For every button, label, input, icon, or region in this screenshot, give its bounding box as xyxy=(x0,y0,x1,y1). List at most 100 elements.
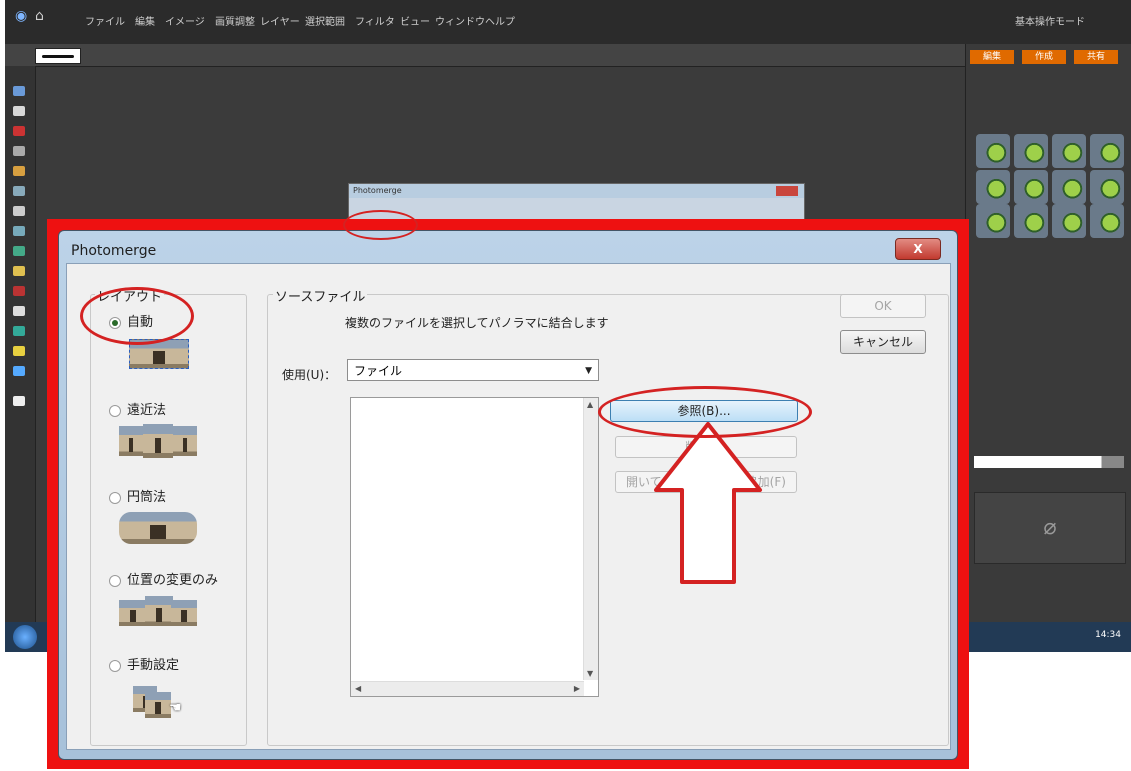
file-list[interactable]: ▲ ▼ ◀ ▶ xyxy=(350,397,599,697)
menu-view[interactable]: ビュー xyxy=(400,13,430,28)
shape-tool-icon[interactable] xyxy=(13,326,25,336)
hand-cursor-icon: ☚ xyxy=(169,700,182,716)
effect-thumbnail[interactable] xyxy=(1090,134,1124,168)
effect-thumbnail[interactable] xyxy=(976,204,1010,238)
radio-unselected-icon xyxy=(109,574,121,587)
mode-label[interactable]: 基本操作モード xyxy=(1015,13,1085,28)
scroll-right-icon[interactable]: ▶ xyxy=(574,684,580,693)
effect-thumbnail[interactable] xyxy=(1052,134,1086,168)
radio-unselected-icon xyxy=(109,491,121,504)
panorama-preview-icon xyxy=(173,426,197,456)
panorama-preview-icon xyxy=(145,596,173,626)
effect-thumbnail[interactable] xyxy=(1014,204,1048,238)
tab-create[interactable]: 作成 xyxy=(1022,50,1066,64)
lasso-tool-icon[interactable] xyxy=(13,166,25,176)
tool-options-bar xyxy=(5,44,965,67)
dialog-title: Photomerge xyxy=(71,243,157,259)
tab-edit[interactable]: 編集 xyxy=(970,50,1014,64)
radio-unselected-icon xyxy=(109,404,121,417)
cylindrical-thumbnail xyxy=(119,510,197,546)
panorama-preview-icon xyxy=(119,512,197,544)
brush-tool-icon[interactable] xyxy=(13,266,25,276)
perspective-thumbnail xyxy=(119,422,197,458)
radio-manual[interactable]: 手動設定 xyxy=(109,654,179,673)
menu-file[interactable]: ファイル xyxy=(85,13,125,28)
radio-label: 手動設定 xyxy=(127,658,180,673)
ok-button[interactable]: OK xyxy=(840,294,926,318)
annotation-ellipse-browse xyxy=(598,386,812,438)
eyedropper-tool-icon[interactable] xyxy=(13,126,25,136)
eraser-tool-icon[interactable] xyxy=(13,286,25,296)
menu-filter[interactable]: フィルタ xyxy=(355,13,395,28)
crop-tool-icon[interactable] xyxy=(13,226,25,236)
radio-perspective[interactable]: 遠近法 xyxy=(109,399,166,418)
effect-thumbnail[interactable] xyxy=(1014,170,1048,204)
panorama-preview-icon xyxy=(145,692,171,718)
radio-label: 位置の変更のみ xyxy=(127,573,219,588)
horizontal-scrollbar[interactable]: ◀ ▶ xyxy=(351,681,584,696)
annotation-ellipse-small xyxy=(343,210,418,240)
panorama-preview-icon xyxy=(171,600,197,626)
menu-enhance[interactable]: 画質調整 xyxy=(215,13,255,28)
scroll-up-icon[interactable]: ▲ xyxy=(587,400,593,409)
menu-image[interactable]: イメージ xyxy=(165,13,205,28)
app-menubar: ◉ ⌂ ファイル 編集 イメージ 画質調整 レイヤー 選択範囲 フィルタ ビュー… xyxy=(5,0,1131,45)
marquee-tool-icon[interactable] xyxy=(13,146,25,156)
manual-thumbnail: ☚ xyxy=(129,686,189,722)
foreground-color-icon[interactable] xyxy=(13,396,25,406)
source-description: 複数のファイルを選択してパノラマに結合します xyxy=(345,316,609,330)
use-dropdown[interactable]: ファイル ▼ xyxy=(347,359,599,381)
panorama-preview-icon xyxy=(119,600,147,626)
dialog-body: レイアウト 自動 遠近法 円筒法 位置の変更のみ 手動設定 ☚ ソースファイル … xyxy=(66,263,951,750)
source-files-legend: ソースファイル xyxy=(273,286,368,305)
sponge-tool-icon[interactable] xyxy=(13,366,25,376)
menu-help[interactable]: ヘルプ xyxy=(485,13,515,28)
radio-reposition-only[interactable]: 位置の変更のみ xyxy=(109,569,218,588)
menu-layer[interactable]: レイヤー xyxy=(260,13,300,28)
scroll-down-icon[interactable]: ▼ xyxy=(587,669,593,678)
menu-window[interactable]: ウィンドウ xyxy=(435,13,485,28)
annotation-ellipse-layout xyxy=(80,287,194,345)
photomerge-dialog: Photomerge X レイアウト 自動 遠近法 円筒法 位置の変更のみ 手動… xyxy=(58,230,958,760)
use-label: 使用(U)： xyxy=(282,368,337,382)
cancel-button[interactable]: キャンセル xyxy=(840,330,926,354)
reposition-thumbnail xyxy=(119,594,197,630)
radio-unselected-icon xyxy=(109,659,121,672)
panorama-preview-icon xyxy=(143,424,173,458)
bucket-tool-icon[interactable] xyxy=(13,306,25,316)
scroll-left-icon[interactable]: ◀ xyxy=(355,684,361,693)
tab-share[interactable]: 共有 xyxy=(1074,50,1118,64)
use-dropdown-value: ファイル xyxy=(354,364,403,378)
menu-edit[interactable]: 編集 xyxy=(135,13,155,28)
panel-tabs: 編集 作成 共有 xyxy=(966,48,1131,64)
effect-thumbnail[interactable] xyxy=(1090,204,1124,238)
radio-label: 円筒法 xyxy=(127,490,167,505)
effect-thumbnail[interactable] xyxy=(1090,170,1124,204)
navigator-empty-icon: ⌀ xyxy=(974,492,1126,564)
magic-wand-tool-icon[interactable] xyxy=(13,186,25,196)
effect-thumbnail[interactable] xyxy=(1014,134,1048,168)
effect-thumbnail[interactable] xyxy=(1052,204,1086,238)
effect-thumbnail[interactable] xyxy=(976,170,1010,204)
effect-thumbnail[interactable] xyxy=(1052,170,1086,204)
taskbar-clock: 14:34 xyxy=(1095,630,1121,640)
histogram-bar xyxy=(974,456,1124,468)
zoom-tool-icon[interactable] xyxy=(13,106,25,116)
brush-preset-icon[interactable] xyxy=(35,48,81,64)
home-icon[interactable]: ⌂ xyxy=(35,8,44,24)
radio-cylindrical[interactable]: 円筒法 xyxy=(109,486,166,505)
heal-tool-icon[interactable] xyxy=(13,246,25,256)
vertical-scrollbar[interactable]: ▲ ▼ xyxy=(583,398,598,680)
type-tool-icon[interactable] xyxy=(13,206,25,216)
right-panel-bin: 編集 作成 共有 ⌀ xyxy=(965,44,1131,652)
blur-tool-icon[interactable] xyxy=(13,346,25,356)
effect-thumbnail[interactable] xyxy=(976,134,1010,168)
dropdown-arrow-icon: ▼ xyxy=(585,366,592,376)
menu-select[interactable]: 選択範囲 xyxy=(305,13,345,28)
close-button[interactable]: X xyxy=(895,238,941,260)
annotation-arrow-icon xyxy=(654,422,762,584)
app-logo-icon: ◉ xyxy=(15,8,28,24)
tool-palette xyxy=(5,66,36,652)
start-orb-icon[interactable] xyxy=(13,625,37,649)
move-tool-icon[interactable] xyxy=(13,86,25,96)
